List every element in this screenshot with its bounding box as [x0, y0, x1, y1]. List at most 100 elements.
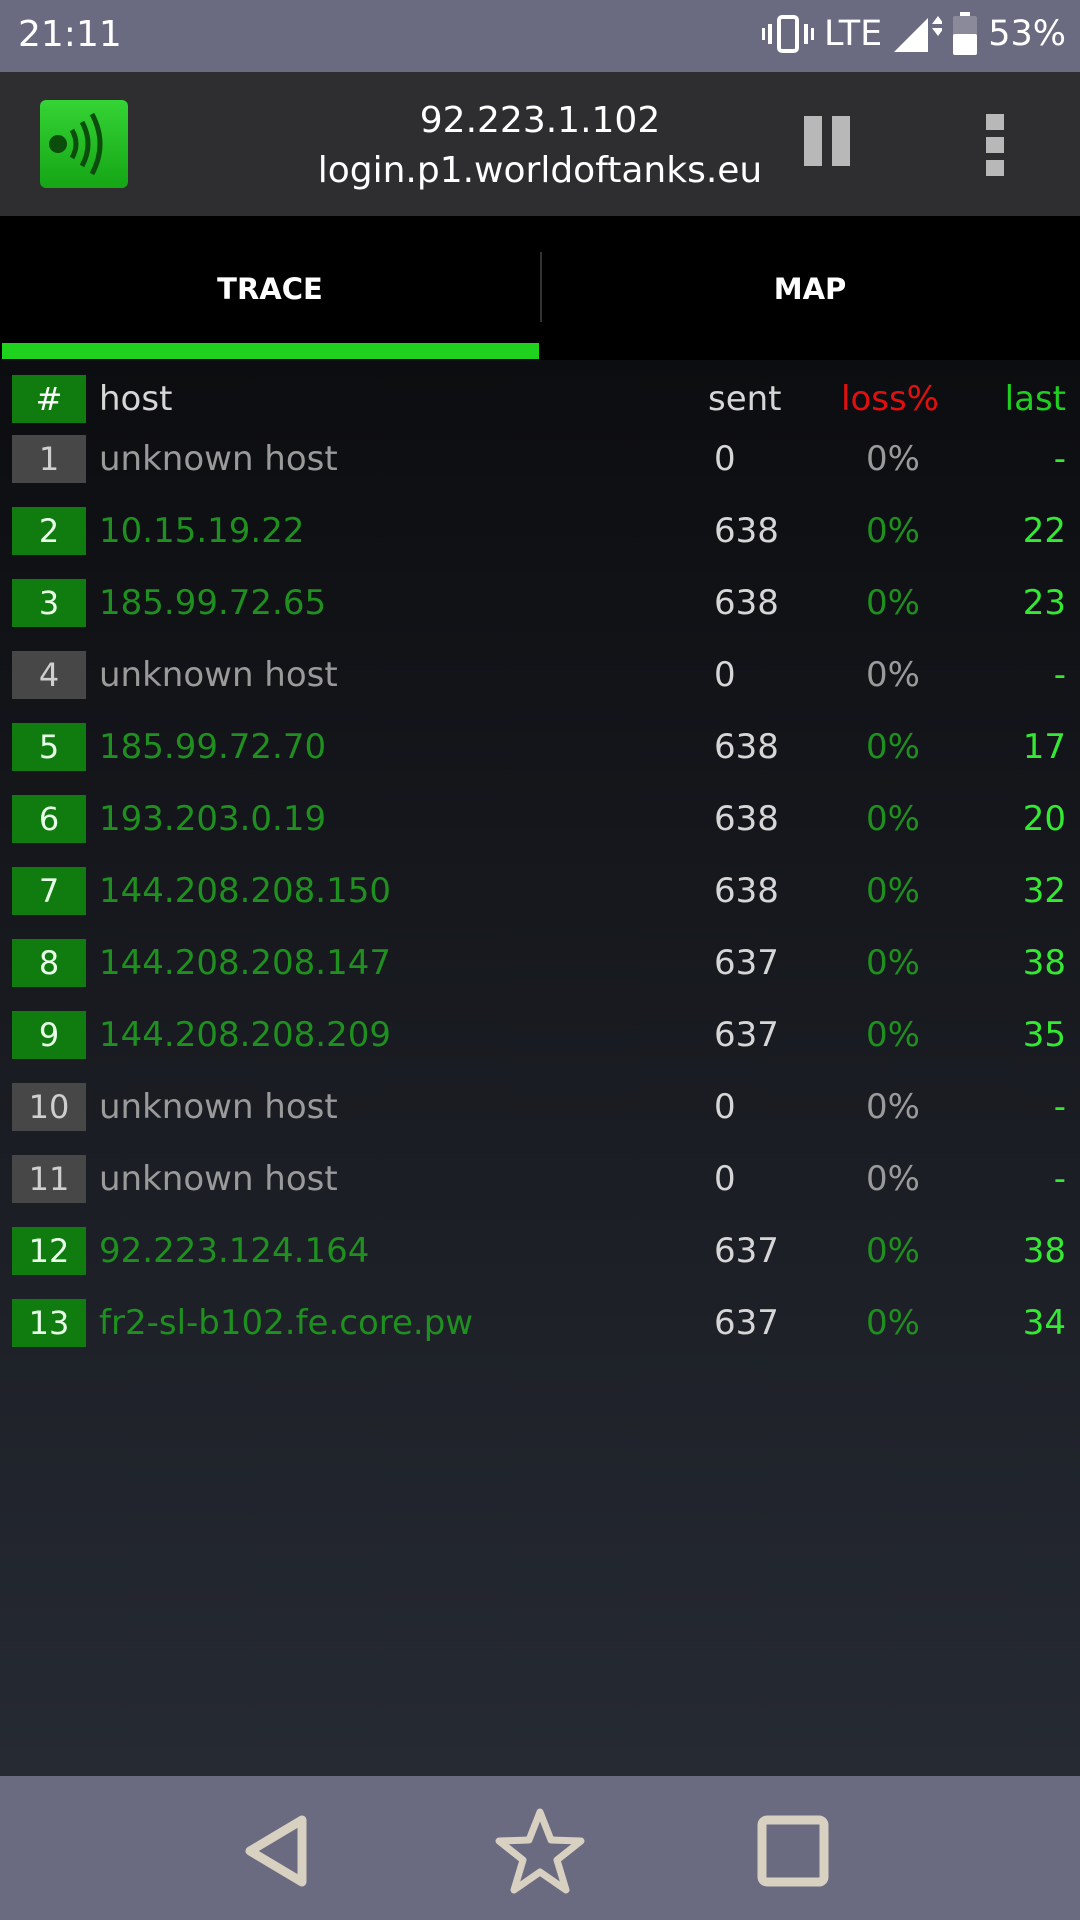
square-icon[interactable] [748, 1806, 838, 1896]
hop-sent: 637 [714, 1231, 779, 1271]
hop-number: 11 [12, 1155, 86, 1203]
hop-number: 13 [12, 1299, 86, 1347]
table-row[interactable]: 12 92.223.124.164 637 0% 38 [0, 1221, 1080, 1281]
trace-table[interactable]: # host sent loss% last 1 unknown host 0 0% -… [0, 360, 1080, 1776]
column-header-last: last [1004, 379, 1066, 419]
table-row[interactable]: 3 185.99.72.65 638 0% 23 [0, 573, 1080, 633]
hop-sent: 637 [714, 1015, 779, 1055]
hop-last: 38 [1022, 943, 1066, 983]
hop-number: 1 [12, 435, 86, 483]
hop-last: 17 [1022, 727, 1066, 767]
hop-number: 9 [12, 1011, 86, 1059]
hop-sent: 638 [714, 727, 779, 767]
target-ip: 92.223.1.102 [419, 100, 661, 141]
hop-last: - [1053, 1159, 1066, 1199]
hop-number: 12 [12, 1227, 86, 1275]
hop-loss: 0% [866, 799, 920, 839]
column-header-sent: sent [708, 379, 782, 419]
hop-loss: 0% [866, 439, 920, 479]
hop-loss: 0% [866, 1015, 920, 1055]
column-header-num: # [12, 375, 86, 423]
tab-bar: TRACE MAP [0, 216, 1080, 360]
battery-icon [953, 12, 978, 55]
signal-waves-icon[interactable] [40, 100, 128, 188]
hop-number: 10 [12, 1083, 86, 1131]
active-tab-indicator [2, 343, 539, 359]
table-row[interactable]: 6 193.203.0.19 638 0% 20 [0, 789, 1080, 849]
hop-loss: 0% [866, 871, 920, 911]
hop-loss: 0% [866, 727, 920, 767]
back-icon[interactable] [232, 1806, 322, 1896]
status-icons: LTE 53% [762, 12, 1066, 56]
signal-icon [894, 16, 943, 52]
status-time: 21:11 [18, 14, 122, 55]
hop-sent: 638 [714, 871, 779, 911]
status-bar: 21:11 LTE 53% [0, 0, 1080, 72]
hop-number: 3 [12, 579, 86, 627]
hop-sent: 638 [714, 799, 779, 839]
battery-level: 53% [988, 14, 1066, 54]
hop-sent: 0 [714, 655, 736, 695]
hop-loss: 0% [866, 1231, 920, 1271]
hop-number: 6 [12, 795, 86, 843]
table-row[interactable]: 4 unknown host 0 0% - [0, 645, 1080, 705]
hop-sent: 637 [714, 943, 779, 983]
hop-sent: 0 [714, 1087, 736, 1127]
vibrate-icon [762, 15, 815, 53]
app-bar: 92.223.1.102 login.p1.worldoftanks.eu [0, 72, 1080, 216]
hop-host: 193.203.0.19 [99, 799, 327, 839]
hop-loss: 0% [866, 1303, 920, 1343]
table-row[interactable]: 5 185.99.72.70 638 0% 17 [0, 717, 1080, 777]
hop-sent: 0 [714, 1159, 736, 1199]
hop-sent: 638 [714, 511, 779, 551]
hop-last: 34 [1022, 1303, 1066, 1343]
hop-host: unknown host [99, 1159, 338, 1199]
hop-loss: 0% [866, 1087, 920, 1127]
table-row[interactable]: 1 unknown host 0 0% - [0, 429, 1080, 489]
hop-last: - [1053, 439, 1066, 479]
hop-last: - [1053, 1087, 1066, 1127]
hop-host: unknown host [99, 655, 338, 695]
hop-last: 32 [1022, 871, 1066, 911]
hop-number: 4 [12, 651, 86, 699]
table-row[interactable]: 2 10.15.19.22 638 0% 22 [0, 501, 1080, 561]
hop-number: 5 [12, 723, 86, 771]
table-header: # host sent loss% last [0, 369, 1080, 429]
hop-last: 23 [1022, 583, 1066, 623]
hop-loss: 0% [866, 655, 920, 695]
hop-sent: 0 [714, 439, 736, 479]
table-row[interactable]: 8 144.208.208.147 637 0% 38 [0, 933, 1080, 993]
table-row[interactable]: 13 fr2-sl-b102.fe.core.pw 637 0% 34 [0, 1293, 1080, 1353]
table-row[interactable]: 11 unknown host 0 0% - [0, 1149, 1080, 1209]
hop-sent: 638 [714, 583, 779, 623]
tab-map[interactable]: MAP [540, 216, 1080, 360]
more-vert-icon[interactable] [986, 114, 1006, 176]
hop-loss: 0% [866, 1159, 920, 1199]
column-header-loss: loss% [841, 379, 939, 419]
table-row[interactable]: 7 144.208.208.150 638 0% 32 [0, 861, 1080, 921]
hop-last: - [1053, 655, 1066, 695]
hop-number: 7 [12, 867, 86, 915]
hop-host: 10.15.19.22 [99, 511, 305, 551]
hop-host: 144.208.208.209 [99, 1015, 392, 1055]
hop-last: 20 [1022, 799, 1066, 839]
hop-loss: 0% [866, 943, 920, 983]
hop-host: unknown host [99, 439, 338, 479]
column-header-host: host [99, 379, 173, 419]
navigation-bar [0, 1776, 1080, 1920]
hop-loss: 0% [866, 511, 920, 551]
hop-host: fr2-sl-b102.fe.core.pw [99, 1303, 474, 1343]
trace-target: 92.223.1.102 login.p1.worldoftanks.eu [260, 96, 820, 196]
hop-last: 38 [1022, 1231, 1066, 1271]
star-icon[interactable] [495, 1806, 585, 1896]
table-row[interactable]: 10 unknown host 0 0% - [0, 1077, 1080, 1137]
tab-trace[interactable]: TRACE [0, 216, 540, 360]
pause-icon[interactable] [800, 116, 856, 172]
hop-number: 8 [12, 939, 86, 987]
hop-host: 92.223.124.164 [99, 1231, 370, 1271]
hop-number: 2 [12, 507, 86, 555]
table-row[interactable]: 9 144.208.208.209 637 0% 35 [0, 1005, 1080, 1065]
target-hostname: login.p1.worldoftanks.eu [317, 150, 763, 191]
hop-sent: 637 [714, 1303, 779, 1343]
hop-host: unknown host [99, 1087, 338, 1127]
